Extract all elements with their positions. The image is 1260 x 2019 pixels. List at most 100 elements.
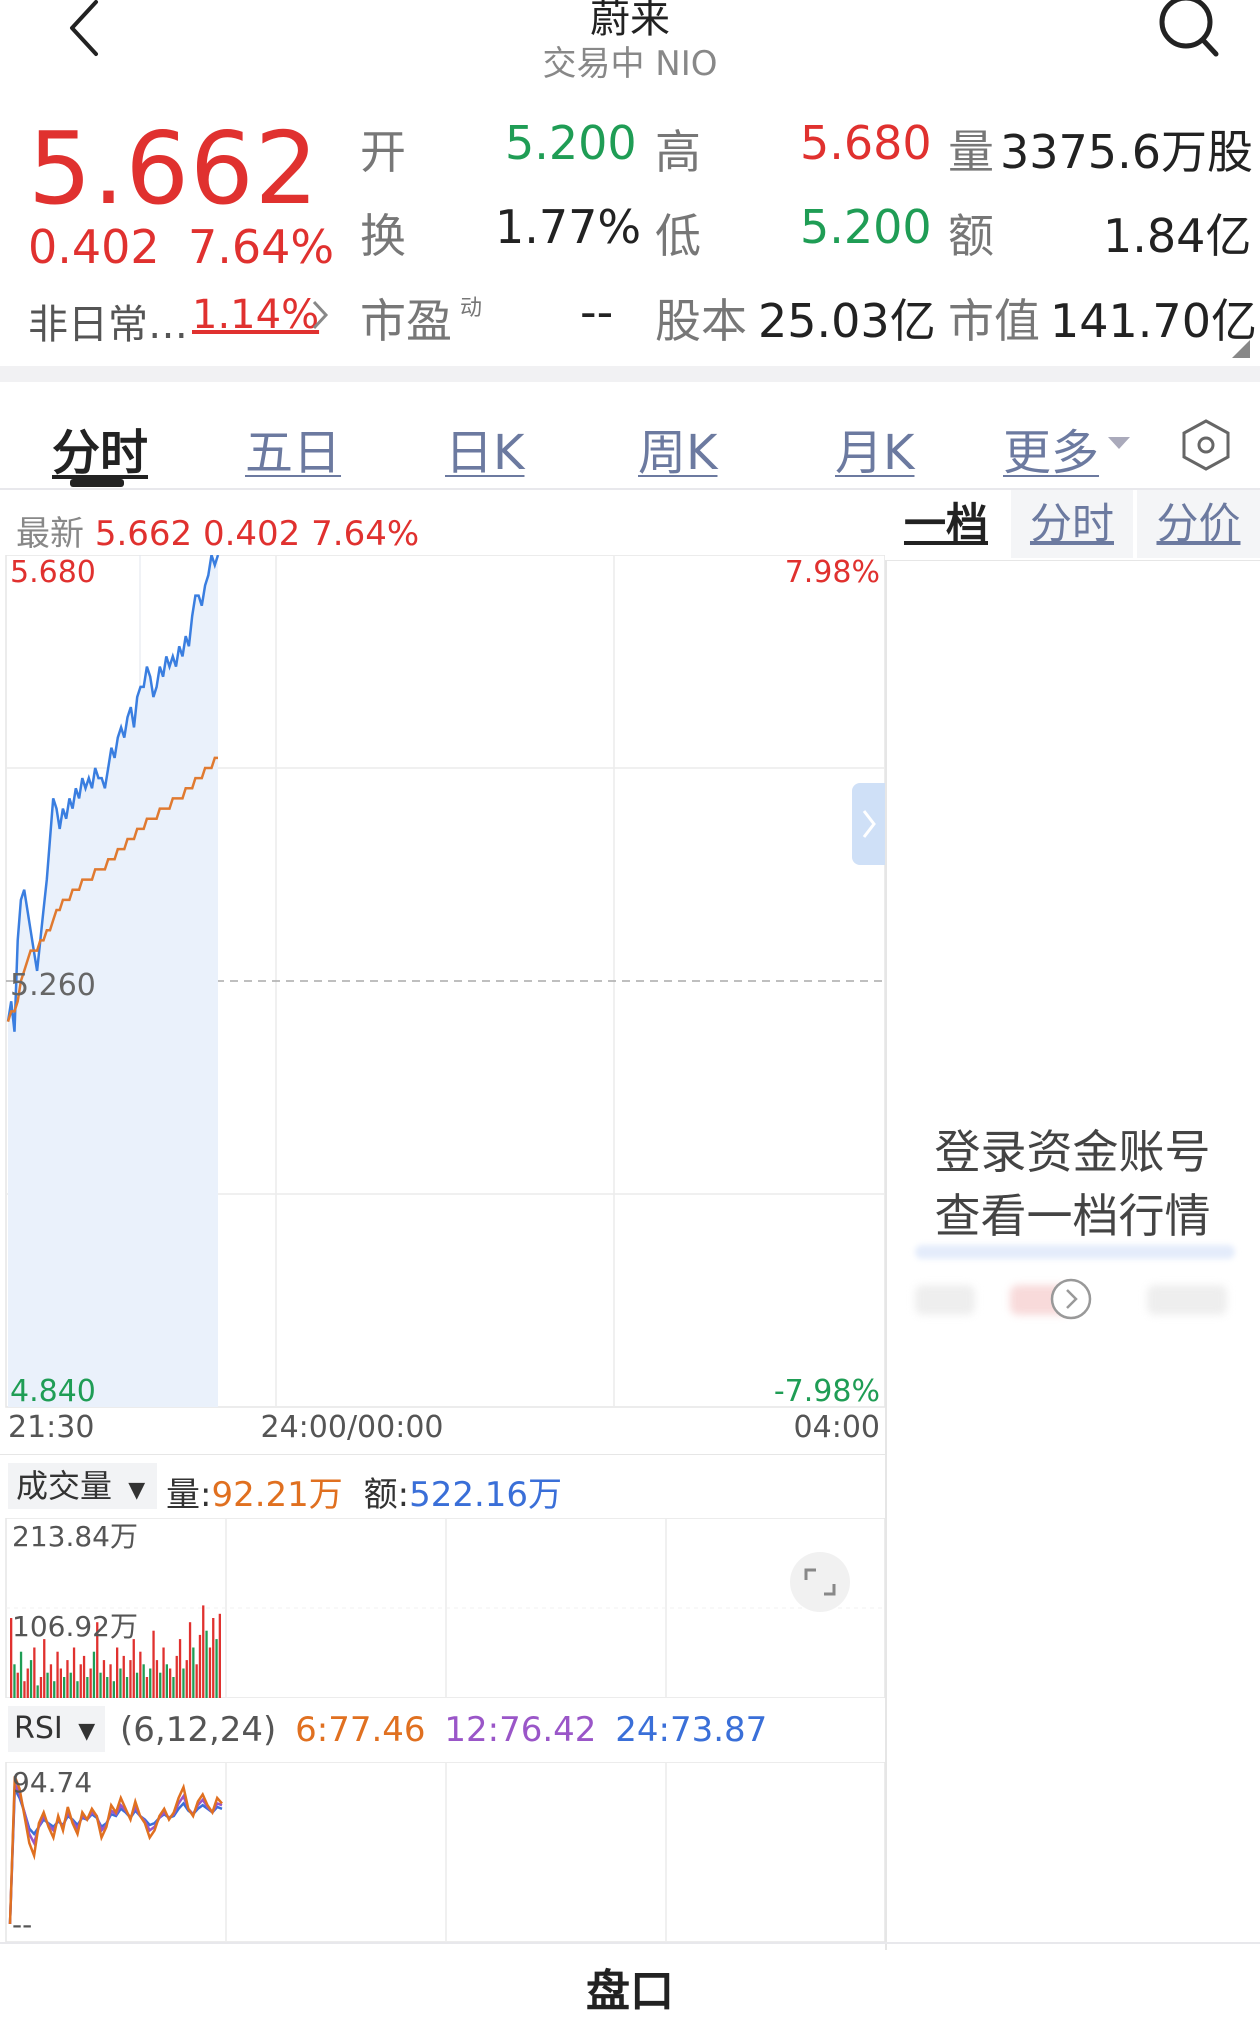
rsi-tick-max: 94.74 — [12, 1766, 92, 1799]
order-book-panel: 一档 分时 分价 登录资金账号 查看一档行情 — [885, 490, 1260, 1950]
side-panel-border — [885, 560, 887, 1950]
y-tick-high: 5.680 — [10, 555, 96, 590]
tab-daily-k[interactable]: 日K — [445, 413, 524, 483]
volume-bar — [182, 1668, 185, 1698]
volume-bar — [162, 1647, 165, 1698]
tab-five-day[interactable]: 五日 — [245, 413, 341, 483]
volume-bar — [106, 1677, 109, 1698]
volume-bar — [59, 1668, 62, 1698]
volume-bar — [132, 1639, 135, 1698]
x-tick-start: 21:30 — [8, 1410, 94, 1445]
mktcap-label: 市值 — [948, 294, 1040, 348]
mktcap-value: 141.70亿 — [1050, 294, 1257, 348]
volume-bar — [23, 1681, 26, 1698]
volume-bar — [129, 1660, 132, 1698]
volume-bar — [215, 1639, 218, 1698]
login-prompt-line2: 查看一档行情 — [934, 1189, 1211, 1243]
volume-bar — [185, 1660, 188, 1698]
volume-bar — [72, 1647, 76, 1698]
unusual-move-value[interactable]: 1.14% — [192, 292, 319, 338]
intraday-price-chart[interactable]: 5.680 5.260 4.840 7.98% -7.98% 21:30 24:… — [0, 555, 885, 1455]
volume-bar — [125, 1677, 129, 1698]
unusual-move-label[interactable]: 非日常… — [28, 292, 188, 350]
side-tab-intraday[interactable]: 分时 — [1011, 490, 1133, 558]
section-divider — [0, 366, 1260, 382]
tab-intraday[interactable]: 分时 — [52, 413, 148, 483]
volume-bar — [208, 1647, 212, 1698]
volume-bar — [56, 1651, 59, 1698]
volume-bar — [79, 1664, 82, 1698]
expand-side-panel-button[interactable] — [852, 783, 885, 865]
blurred-placeholder — [1147, 1285, 1227, 1315]
y-tick-low: 4.840 — [10, 1374, 96, 1409]
dropdown-caret-icon[interactable] — [1108, 437, 1130, 449]
x-tick-midnight: 24:00/00:00 — [260, 1410, 443, 1445]
search-icon[interactable] — [1150, 0, 1220, 60]
pe-value: -- — [580, 285, 614, 339]
fullscreen-icon[interactable] — [790, 1552, 850, 1612]
latest-quote-line: 最新 5.662 0.402 7.64% — [16, 506, 419, 555]
amount-label: 额 — [948, 209, 994, 263]
volume-bar — [122, 1655, 125, 1698]
rsi6-value: 6:77.46 — [295, 1710, 426, 1750]
shares-value: 25.03亿 — [758, 294, 936, 348]
y-tick-prev-close: 5.260 — [10, 968, 96, 1003]
volume-bar — [49, 1664, 53, 1698]
login-prompt-line1: 登录资金账号 — [934, 1125, 1211, 1179]
volume-summary-amt: 522.16万 — [409, 1475, 563, 1515]
login-prompt[interactable]: 登录资金账号 查看一档行情 — [885, 1120, 1260, 1248]
rsi12-line — [8, 1783, 223, 1925]
volume-bar — [169, 1668, 172, 1698]
arrow-circle-right-icon[interactable] — [1049, 1277, 1093, 1321]
dropdown-triangle-icon: ▼ — [78, 1719, 96, 1744]
chevron-right-icon[interactable] — [304, 290, 334, 340]
volume-bar — [202, 1605, 205, 1698]
volume-bar — [109, 1664, 112, 1698]
volume-bar — [192, 1647, 195, 1698]
rsi24-value: 24:73.87 — [615, 1710, 768, 1750]
volume-bar — [142, 1664, 145, 1698]
volume-bar — [102, 1660, 106, 1698]
rsi-header: RSI ▼ (6,12,24) 6:77.46 12:76.42 24:73.8… — [0, 1698, 885, 1762]
volume-bar — [16, 1672, 19, 1698]
volume-indicator-select[interactable]: 成交量 ▼ — [8, 1463, 158, 1509]
volume-bar — [116, 1647, 119, 1698]
volume-header: 成交量 ▼ 量:92.21万 额:522.16万 — [0, 1454, 885, 1519]
volume-bar — [218, 1613, 221, 1698]
volume-bar — [135, 1672, 139, 1698]
tab-weekly-k[interactable]: 周K — [638, 413, 717, 483]
low-label: 低 — [655, 209, 701, 263]
volume-bar — [13, 1664, 16, 1698]
volume-bar — [139, 1651, 142, 1698]
volume-bar — [198, 1634, 202, 1698]
volume-bar — [82, 1655, 86, 1698]
volume-bar — [165, 1664, 168, 1698]
volume-bar — [155, 1660, 159, 1698]
tab-monthly-k[interactable]: 月K — [835, 413, 914, 483]
high-value: 5.680 — [800, 116, 932, 170]
corner-expand-icon[interactable] — [1232, 340, 1250, 358]
volume-bar — [119, 1668, 122, 1698]
rsi-indicator-select[interactable]: RSI ▼ — [8, 1706, 106, 1752]
volume-bar — [205, 1630, 208, 1698]
side-tab-price-distribution[interactable]: 分价 — [1137, 490, 1260, 558]
latest-price: 5.662 — [94, 514, 193, 554]
volume-bar — [76, 1681, 79, 1698]
open-value: 5.200 — [505, 116, 637, 170]
amount-value: 1.84亿 — [1103, 209, 1252, 263]
volume-bar — [99, 1672, 102, 1698]
top-nav-bar: 蔚来 交易中 NIO — [0, 0, 1260, 110]
volume-label: 量 — [948, 125, 994, 179]
volume-bar — [46, 1672, 49, 1698]
rsi-chart[interactable]: 94.74 -- — [0, 1762, 885, 1942]
volume-chart[interactable]: 213.84万 106.92万 — [0, 1518, 885, 1698]
tab-more[interactable]: 更多 — [1003, 413, 1099, 483]
x-tick-end: 04:00 — [794, 1410, 880, 1445]
rsi-indicator-label: RSI — [14, 1711, 63, 1746]
settings-hexagon-icon[interactable] — [1178, 417, 1234, 473]
volume-bar — [19, 1651, 23, 1698]
open-label: 开 — [360, 125, 406, 179]
side-tab-level1[interactable]: 一档 — [885, 490, 1007, 558]
volume-bar — [33, 1647, 36, 1698]
volume-summary: 量:92.21万 额:522.16万 — [166, 1467, 562, 1516]
